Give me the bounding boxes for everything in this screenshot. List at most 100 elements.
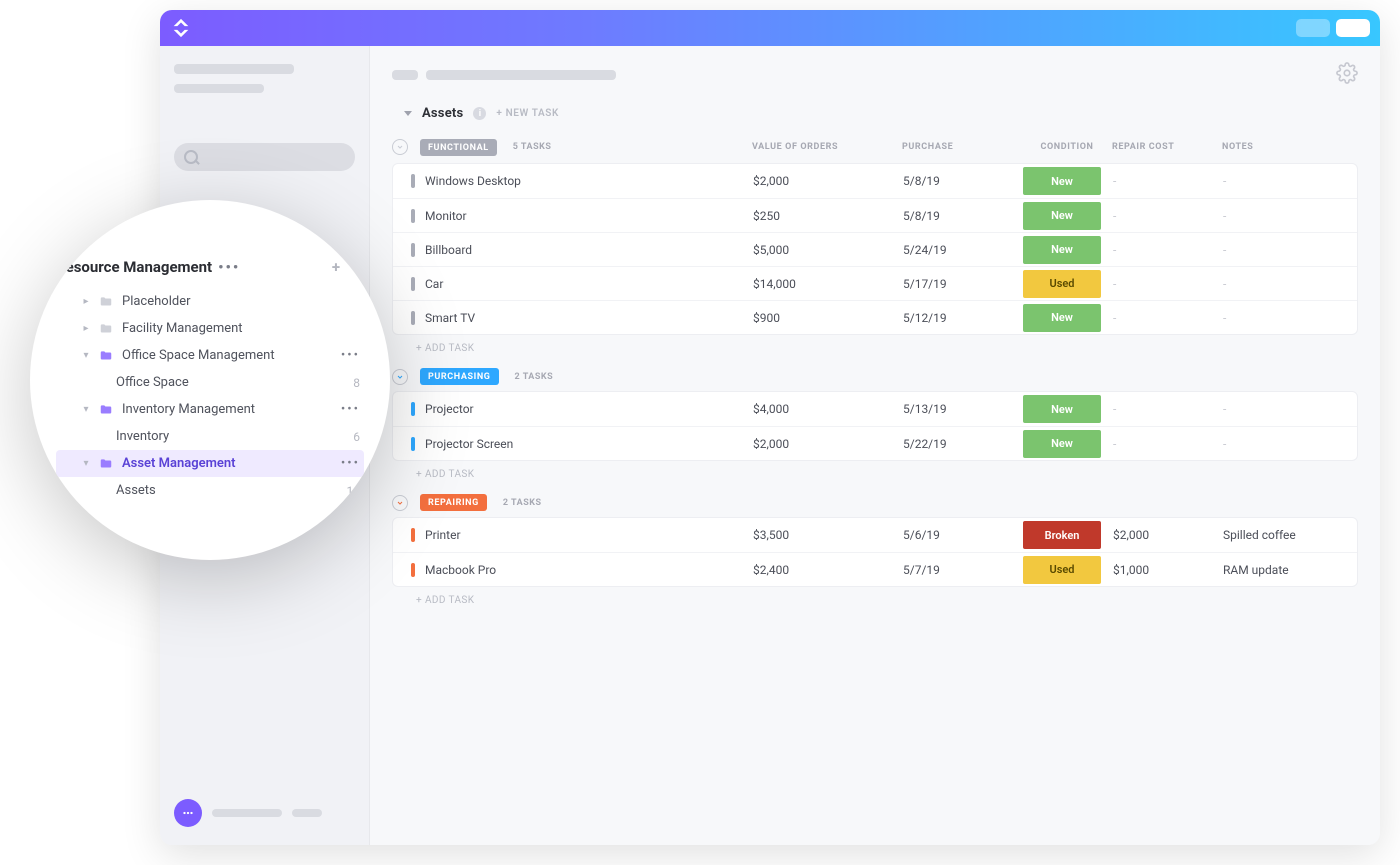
sidebar-folder[interactable]: ▾ Office Space Management ••• (56, 342, 364, 369)
cell-repair-cost: - (1113, 437, 1223, 451)
sidebar-folder[interactable]: ▸ Placeholder (56, 288, 364, 315)
status-bar (411, 402, 415, 416)
cell-purchase: 5/8/19 (903, 174, 1023, 188)
task-row[interactable]: Smart TV$9005/12/19New--+ (393, 300, 1357, 334)
cell-notes: RAM update (1223, 563, 1358, 577)
cell-value: $2,000 (753, 174, 903, 188)
task-row[interactable]: Printer$3,5005/6/19Broken$2,000Spilled c… (393, 518, 1357, 552)
condition-badge[interactable]: New (1023, 202, 1101, 230)
condition-badge[interactable]: New (1023, 395, 1101, 423)
window-control-min[interactable] (1296, 19, 1330, 37)
cell-value: $5,000 (753, 243, 903, 257)
sidebar-item-label: Inventory Management (122, 402, 255, 417)
condition-badge[interactable]: Broken (1023, 521, 1101, 549)
new-task-button[interactable]: + NEW TASK (496, 108, 559, 119)
sidebar-skeleton-line (174, 84, 264, 93)
status-chip[interactable]: REPAIRING (420, 494, 487, 511)
cell-purchase: 5/17/19 (903, 277, 1023, 291)
cell-purchase: 5/6/19 (903, 528, 1023, 542)
more-icon[interactable]: ••• (218, 258, 240, 276)
sidebar-skeleton-line (212, 809, 282, 817)
add-task-button[interactable]: + ADD TASK (392, 461, 1358, 484)
cell-repair-cost: - (1113, 277, 1223, 291)
sidebar-search[interactable] (174, 143, 355, 171)
chevron-icon[interactable]: ▾ (82, 458, 90, 469)
task-row[interactable]: Car$14,0005/17/19Used--+ (393, 266, 1357, 300)
add-task-button[interactable]: + ADD TASK (392, 587, 1358, 610)
sidebar-item-label: Office Space Management (122, 348, 275, 363)
cell-value: $4,000 (753, 402, 903, 416)
folder-icon (98, 349, 114, 363)
task-name: Printer (425, 528, 461, 542)
status-chip[interactable]: PURCHASING (420, 368, 499, 385)
cell-value: $250 (753, 209, 903, 223)
cell-value: $3,500 (753, 528, 903, 542)
task-row[interactable]: Windows Desktop$2,0005/8/19New--+ (393, 164, 1357, 198)
task-count-label: 2 TASKS (503, 498, 542, 508)
chevron-icon[interactable]: ▾ (82, 404, 90, 415)
condition-badge[interactable]: Used (1023, 270, 1101, 298)
condition-badge[interactable]: New (1023, 167, 1101, 195)
collapse-group-icon[interactable] (392, 495, 408, 511)
task-row[interactable]: Macbook Pro$2,4005/7/19Used$1,000RAM upd… (393, 552, 1357, 586)
chevron-icon[interactable]: ▸ (82, 296, 90, 307)
cell-repair-cost: $2,000 (1113, 528, 1223, 542)
chat-bubble-icon[interactable] (174, 799, 202, 827)
collapse-group-icon[interactable] (392, 369, 408, 385)
space-header[interactable]: Resource Management ••• + (56, 258, 364, 276)
condition-badge[interactable]: Used (1023, 556, 1101, 584)
cell-value: $900 (753, 311, 903, 325)
search-space-icon[interactable] (350, 258, 364, 276)
condition-badge[interactable]: New (1023, 430, 1101, 458)
sidebar-folder[interactable]: ▸ Facility Management (56, 315, 364, 342)
chevron-icon[interactable]: ▸ (82, 323, 90, 334)
more-icon[interactable]: ••• (341, 402, 360, 417)
group-header: PURCHASING 2 TASKS (392, 362, 1358, 391)
cell-purchase: 5/13/19 (903, 402, 1023, 416)
cell-notes: - (1223, 243, 1358, 257)
task-name: Macbook Pro (425, 563, 496, 577)
settings-gear-icon[interactable] (1336, 62, 1358, 88)
task-row[interactable]: Projector Screen$2,0005/22/19New--+ (393, 426, 1357, 460)
breadcrumb-toolbar (370, 46, 1380, 96)
task-row[interactable]: Projector$4,0005/13/19New--+ (393, 392, 1357, 426)
task-row[interactable]: Billboard$5,0005/24/19New--+ (393, 232, 1357, 266)
task-count-label: 2 TASKS (515, 372, 554, 382)
sidebar-folder[interactable]: ▾ Inventory Management ••• (56, 396, 364, 423)
window-control-max[interactable] (1336, 19, 1370, 37)
add-space-icon[interactable]: + (332, 258, 340, 276)
more-icon[interactable]: ••• (341, 348, 360, 363)
status-group: FUNCTIONAL5 TASKSVALUE OF ORDERSPURCHASE… (392, 131, 1358, 358)
status-bar (411, 563, 415, 577)
condition-badge[interactable]: New (1023, 236, 1101, 264)
chevron-icon[interactable]: ▾ (82, 350, 90, 361)
sidebar-list[interactable]: Inventory6 (56, 423, 364, 450)
cell-repair-cost: - (1113, 243, 1223, 257)
breadcrumb-skeleton (426, 70, 616, 80)
sidebar-item-label: Inventory (116, 429, 169, 444)
status-group: PURCHASING 2 TASKS Projector$4,0005/13/19N… (392, 362, 1358, 484)
column-header-purchase[interactable]: PURCHASE (902, 142, 1022, 152)
cell-repair-cost: - (1113, 402, 1223, 416)
cell-value: $2,400 (753, 563, 903, 577)
add-task-button[interactable]: + ADD TASK (392, 335, 1358, 358)
sidebar-item-label: Facility Management (122, 321, 243, 336)
more-icon[interactable]: ••• (341, 456, 360, 471)
collapse-group-icon[interactable] (392, 139, 408, 155)
task-row[interactable]: Monitor$2505/8/19New--+ (393, 198, 1357, 232)
info-icon[interactable]: i (473, 107, 486, 120)
sidebar-item-label: Placeholder (122, 294, 191, 309)
sidebar-item-label: Assets (116, 483, 156, 498)
sidebar-list[interactable]: Assets10 (56, 477, 364, 504)
column-header-value[interactable]: VALUE OF ORDERS (752, 142, 902, 152)
condition-badge[interactable]: New (1023, 304, 1101, 332)
column-header-notes[interactable]: NOTES (1222, 142, 1380, 152)
cell-notes: - (1223, 209, 1358, 223)
caret-down-icon[interactable] (404, 111, 412, 116)
column-header-repair_cost[interactable]: REPAIR COST (1112, 142, 1222, 152)
cell-repair-cost: - (1113, 174, 1223, 188)
status-chip[interactable]: FUNCTIONAL (420, 139, 497, 156)
sidebar-folder[interactable]: ▾Asset Management••• (56, 450, 364, 477)
sidebar-list[interactable]: Office Space8 (56, 369, 364, 396)
column-header-condition[interactable]: CONDITION (1022, 142, 1112, 152)
